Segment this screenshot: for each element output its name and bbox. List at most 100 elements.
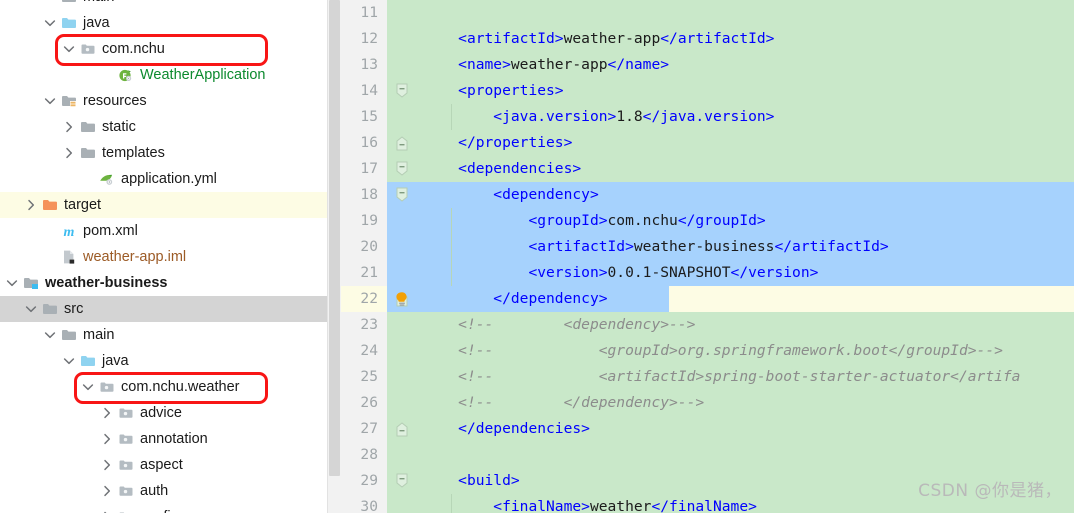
chevron-right-icon[interactable]	[99, 457, 115, 473]
tree-row-config[interactable]: config	[0, 504, 341, 513]
fold-collapse-icon[interactable]	[396, 473, 408, 493]
tree-row-com-nchu-weather[interactable]: com.nchu.weather	[0, 374, 341, 400]
chevron-down-icon[interactable]	[4, 275, 20, 291]
editor-line[interactable]: 11	[341, 0, 1074, 26]
editor-line[interactable]: 17 <dependencies>	[341, 156, 1074, 182]
editor-gutter[interactable]	[387, 182, 417, 208]
code-text[interactable]: <dependency>	[417, 182, 1074, 208]
editor-gutter[interactable]	[387, 364, 417, 390]
chevron-right-icon[interactable]	[23, 197, 39, 213]
fold-end-icon[interactable]	[396, 135, 408, 155]
code-text[interactable]: <groupId>com.nchu</groupId>	[417, 208, 1074, 234]
editor-line[interactable]: 28	[341, 442, 1074, 468]
tree-row-target[interactable]: target	[0, 192, 341, 218]
editor-line[interactable]: 30 <finalName>weather</finalName>	[341, 494, 1074, 513]
editor-gutter[interactable]	[387, 494, 417, 513]
editor-gutter[interactable]	[387, 416, 417, 442]
editor-gutter[interactable]	[387, 78, 417, 104]
code-text[interactable]: </properties>	[417, 130, 1074, 156]
project-tree-scrollbar-thumb[interactable]	[329, 0, 340, 476]
editor-gutter[interactable]	[387, 104, 417, 130]
fold-end-icon[interactable]	[396, 421, 408, 441]
editor-line[interactable]: 16 </properties>	[341, 130, 1074, 156]
editor-line[interactable]: 24 <!-- <groupId>org.springframework.boo…	[341, 338, 1074, 364]
editor-line[interactable]: 18 <dependency>	[341, 182, 1074, 208]
tree-row-main[interactable]: main	[0, 0, 341, 10]
code-text[interactable]: <!-- </dependency>-->	[417, 390, 1074, 416]
tree-row-weather-business[interactable]: weather-business	[0, 270, 341, 296]
code-text[interactable]: </dependency>	[417, 286, 1074, 312]
fold-collapse-icon[interactable]	[396, 187, 408, 207]
tree-row-com-nchu[interactable]: com.nchu	[0, 36, 341, 62]
code-text[interactable]: <name>weather-app</name>	[417, 52, 1074, 78]
tree-row-templates[interactable]: templates	[0, 140, 341, 166]
editor-gutter[interactable]	[387, 156, 417, 182]
code-text[interactable]: <!-- <artifactId>spring-boot-starter-act…	[417, 364, 1074, 390]
chevron-down-icon[interactable]	[61, 353, 77, 369]
chevron-right-icon[interactable]	[99, 405, 115, 421]
tree-row-application-yml[interactable]: application.yml	[0, 166, 341, 192]
tree-row-java[interactable]: java	[0, 10, 341, 36]
intention-bulb-icon[interactable]	[393, 290, 411, 312]
tree-row-auth[interactable]: auth	[0, 478, 341, 504]
editor-gutter[interactable]	[387, 442, 417, 468]
tree-row-src[interactable]: src	[0, 296, 341, 322]
chevron-down-icon[interactable]	[61, 41, 77, 57]
editor-gutter[interactable]	[387, 312, 417, 338]
code-editor[interactable]: 11 12 <artifactId>weather-app</artifactId…	[341, 0, 1074, 513]
fold-collapse-icon[interactable]	[396, 83, 408, 103]
editor-line[interactable]: 26 <!-- </dependency>-->	[341, 390, 1074, 416]
editor-gutter[interactable]	[387, 338, 417, 364]
chevron-down-icon[interactable]	[80, 379, 96, 395]
code-text[interactable]: <version>0.0.1-SNAPSHOT</version>	[417, 260, 1074, 286]
chevron-right-icon[interactable]	[99, 509, 115, 513]
chevron-right-icon[interactable]	[99, 431, 115, 447]
editor-gutter[interactable]	[387, 26, 417, 52]
tree-row-main[interactable]: main	[0, 322, 341, 348]
chevron-right-icon[interactable]	[61, 119, 77, 135]
editor-line[interactable]: 21 <version>0.0.1-SNAPSHOT</version>	[341, 260, 1074, 286]
code-text[interactable]: <build>	[417, 468, 1074, 494]
tree-row-static[interactable]: static	[0, 114, 341, 140]
editor-line[interactable]: 12 <artifactId>weather-app</artifactId>	[341, 26, 1074, 52]
code-text[interactable]: <dependencies>	[417, 156, 1074, 182]
code-text[interactable]: </dependencies>	[417, 416, 1074, 442]
code-text[interactable]	[417, 442, 1074, 468]
chevron-right-icon[interactable]	[61, 145, 77, 161]
editor-line[interactable]: 14 <properties>	[341, 78, 1074, 104]
chevron-down-icon[interactable]	[23, 301, 39, 317]
editor-line[interactable]: 19 <groupId>com.nchu</groupId>	[341, 208, 1074, 234]
project-tree-panel[interactable]: main java com.nchu WeatherApplication resour…	[0, 0, 341, 513]
editor-line[interactable]: 20 <artifactId>weather-business</artifac…	[341, 234, 1074, 260]
editor-line[interactable]: 23 <!-- <dependency>-->	[341, 312, 1074, 338]
code-text[interactable]: <!-- <dependency>-->	[417, 312, 1074, 338]
chevron-down-icon[interactable]	[42, 93, 58, 109]
editor-line[interactable]: 15 <java.version>1.8</java.version>	[341, 104, 1074, 130]
project-tree-scrollbar[interactable]	[327, 0, 341, 513]
chevron-down-icon[interactable]	[42, 15, 58, 31]
editor-gutter[interactable]	[387, 52, 417, 78]
chevron-down-icon[interactable]	[42, 327, 58, 343]
editor-line[interactable]: 29 <build>	[341, 468, 1074, 494]
code-text[interactable]: <java.version>1.8</java.version>	[417, 104, 1074, 130]
editor-line[interactable]: 27 </dependencies>	[341, 416, 1074, 442]
editor-gutter[interactable]	[387, 390, 417, 416]
editor-gutter[interactable]	[387, 0, 417, 26]
code-text[interactable]	[417, 0, 1074, 26]
code-text[interactable]: <finalName>weather</finalName>	[417, 494, 1074, 513]
tree-row-weather-app-iml[interactable]: weather-app.iml	[0, 244, 341, 270]
editor-line[interactable]: 13 <name>weather-app</name>	[341, 52, 1074, 78]
editor-gutter[interactable]	[387, 130, 417, 156]
tree-row-java[interactable]: java	[0, 348, 341, 374]
code-text[interactable]: <properties>	[417, 78, 1074, 104]
fold-collapse-icon[interactable]	[396, 161, 408, 181]
code-text[interactable]: <artifactId>weather-app</artifactId>	[417, 26, 1074, 52]
chevron-right-icon[interactable]	[99, 483, 115, 499]
tree-row-resources[interactable]: resources	[0, 88, 341, 114]
editor-gutter[interactable]	[387, 468, 417, 494]
code-text[interactable]: <!-- <groupId>org.springframework.boot</…	[417, 338, 1074, 364]
tree-row-aspect[interactable]: aspect	[0, 452, 341, 478]
tree-row-annotation[interactable]: annotation	[0, 426, 341, 452]
tree-row-pom-xml[interactable]: m pom.xml	[0, 218, 341, 244]
code-text[interactable]: <artifactId>weather-business</artifactId…	[417, 234, 1074, 260]
